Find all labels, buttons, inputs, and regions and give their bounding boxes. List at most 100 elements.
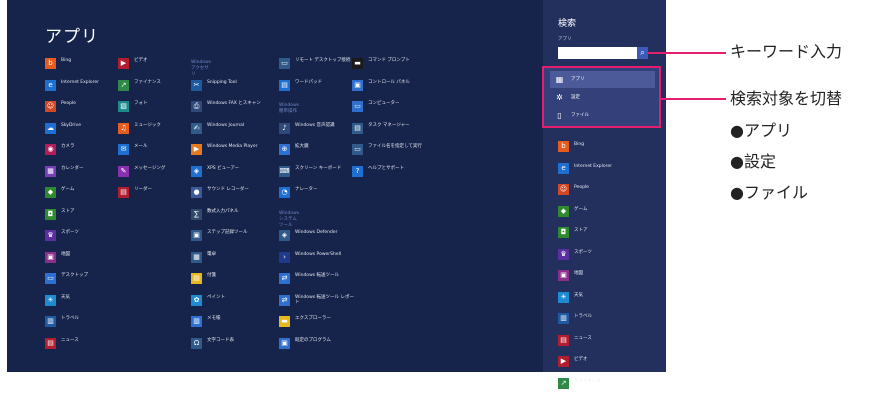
app-label: 地図: [574, 271, 583, 276]
app-icon-glyph: ▥: [560, 314, 567, 322]
app-label: ステップ記録ツール: [207, 230, 248, 235]
app-icon-glyph: ✎: [120, 166, 127, 175]
search-input[interactable]: [558, 47, 647, 59]
app-icon: ⌨: [279, 165, 290, 177]
app-label: People: [574, 185, 589, 190]
annotation-item-apps: ●アプリ: [730, 121, 792, 140]
app-label: 天気: [574, 292, 583, 298]
app-label: Windows Defender: [295, 230, 338, 235]
gear-icon: ✲: [556, 93, 563, 102]
app-label: メール: [134, 144, 148, 149]
app-label: ミュージック: [134, 122, 161, 128]
app-icon: ✍: [191, 122, 202, 134]
app-label: XPS ビューアー: [207, 165, 240, 171]
app-label: コンピューター: [368, 101, 400, 106]
app-icon-glyph: ?: [355, 166, 360, 175]
app-icon-glyph: ▣: [281, 338, 288, 347]
filter-settings[interactable]: ✲ 設定: [550, 89, 655, 106]
filter-apps[interactable]: ▦ アプリ: [550, 71, 655, 88]
search-target-filter: ▦ アプリ ✲ 設定 ▯ ファイル: [542, 66, 661, 128]
app-icon-glyph: e: [561, 163, 566, 172]
app-label: Windows FAX とスキャン: [207, 101, 261, 106]
magnifier-icon: ⌕: [640, 48, 645, 57]
app-icon-glyph: ◉: [47, 145, 54, 153]
app-icon-glyph: ▦: [193, 252, 200, 261]
app-label: Bing: [61, 58, 72, 63]
app-icon: ▣: [558, 270, 569, 281]
app-icon-glyph: ●: [193, 188, 200, 196]
app-icon-glyph: ☁: [47, 123, 54, 132]
app-label: ニュース: [61, 337, 79, 343]
app-icon-glyph: ▶: [560, 357, 567, 365]
app-icon-glyph: ☀: [47, 295, 54, 304]
app-label: カレンダー: [61, 165, 84, 171]
app-icon: Ω: [191, 337, 202, 349]
app-icon: ▬: [352, 58, 363, 69]
app-icon-glyph: ♛: [47, 231, 54, 239]
app-icon: ◘: [558, 227, 569, 238]
app-icon: ∑: [191, 208, 202, 220]
app-icon-glyph: ▤: [120, 188, 127, 196]
filter-label: アプリ: [571, 77, 585, 82]
app-label: SkyDrive: [61, 122, 81, 128]
annotation-item-settings: ●設定: [730, 152, 776, 171]
app-icon-glyph: ▣: [193, 231, 200, 239]
app-icon: ▥: [45, 316, 56, 327]
app-icon-glyph: ◔: [281, 188, 288, 196]
app-icon-glyph: ▥: [193, 317, 200, 325]
app-icon-glyph: ▭: [354, 145, 361, 153]
app-icon: ♛: [45, 230, 56, 241]
app-icon-glyph: ▥: [47, 317, 54, 325]
app-icon-glyph: ↗: [120, 80, 127, 89]
app-icon-glyph: ♪: [282, 123, 287, 132]
annotation-keyword: キーワード入力: [730, 42, 843, 61]
app-icon: ▦: [45, 165, 56, 177]
app-icon: ☀: [558, 291, 569, 303]
app-icon: ◈: [279, 230, 290, 241]
app-label: Windows 転送ツール: [295, 273, 340, 278]
annotation-target: 検索対象を切替: [730, 89, 843, 108]
app-label: 天気: [61, 294, 70, 300]
app-label: サウンド レコーダー: [207, 187, 249, 192]
page-title: アプリ: [45, 27, 99, 47]
app-label: Windows PowerShell: [295, 251, 342, 257]
app-label: メモ帳: [207, 316, 221, 321]
app-icon-glyph: ◆: [560, 206, 567, 215]
app-icon-glyph: ▣: [560, 271, 567, 279]
app-label: ワードパッド: [295, 79, 322, 85]
app-label: フォト: [134, 101, 148, 106]
filter-files[interactable]: ▯ ファイル: [550, 107, 655, 124]
app-label: Bing: [574, 142, 585, 147]
app-icon-glyph: ▬: [281, 317, 288, 325]
app-icon-glyph: ◘: [560, 228, 567, 236]
app-icon: ⎙: [191, 101, 202, 112]
app-label: ファイナンス: [134, 79, 161, 85]
app-icon-glyph: ◈: [193, 166, 200, 175]
app-icon-glyph: ▣: [354, 80, 361, 89]
app-icon: ▭: [279, 58, 290, 69]
callout-line-target: [661, 98, 726, 100]
search-button[interactable]: ⌕: [637, 47, 648, 59]
app-icon: ♛: [558, 248, 569, 260]
app-icon-glyph: b: [48, 59, 53, 67]
app-icon: ●: [191, 187, 202, 198]
app-icon: ☀: [45, 294, 56, 306]
app-icon: ›: [279, 251, 290, 263]
app-label: ビデオ: [134, 58, 148, 63]
app-icon: ▥: [191, 316, 202, 327]
app-label: 電卓: [207, 251, 216, 257]
app-icon-glyph: ✂: [193, 80, 200, 89]
app-icon: ?: [352, 165, 363, 177]
app-icon: ▶: [191, 144, 202, 155]
app-icon: ▤: [279, 79, 290, 91]
callout-line-keyword: [648, 52, 726, 54]
app-label: コントロール パネル: [368, 79, 410, 85]
group-header-label: Windows 簡単操作: [279, 103, 300, 114]
app-label: ファイル名を指定して実行: [368, 144, 422, 149]
app-icon-glyph: ▤: [281, 80, 288, 89]
app-label: ストア: [574, 228, 588, 233]
app-label: 付箋: [207, 273, 216, 278]
app-icon-glyph: ☺: [46, 102, 55, 110]
app-label: スポーツ: [61, 230, 79, 235]
app-icon: ▤: [558, 334, 569, 346]
